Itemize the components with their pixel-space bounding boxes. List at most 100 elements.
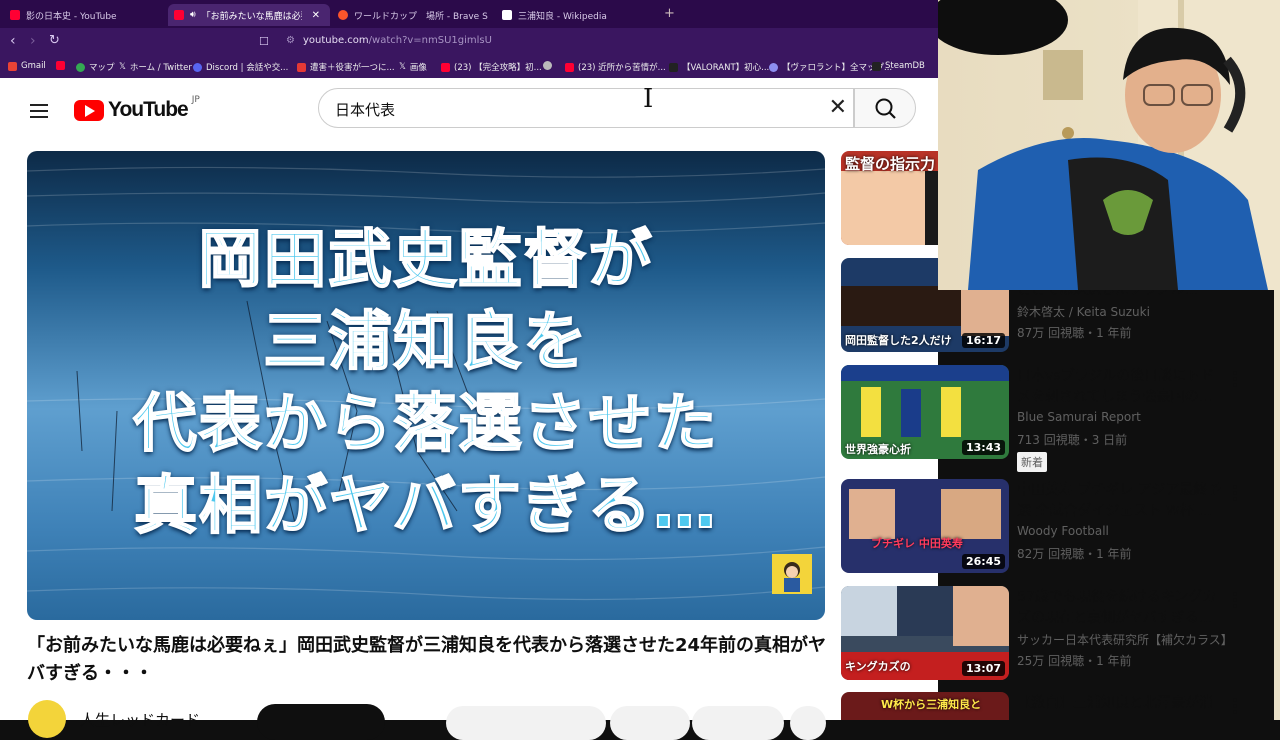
bookmark-discord[interactable]: Discord | 会話や交...: [193, 61, 288, 73]
clear-search-icon[interactable]: ✕: [829, 95, 847, 120]
wikipedia-favicon-icon: [502, 10, 512, 20]
video-player[interactable]: 岡田武史監督が 三浦知良を 代表から落選させた 真相がヤバすぎる…: [27, 151, 825, 620]
youtube-favicon-icon: [174, 10, 184, 20]
related-thumb-6[interactable]: W杯から三浦知良と: [841, 692, 1009, 720]
tab-4[interactable]: 三浦知良 - Wikipedia: [502, 4, 652, 26]
tab-label: ワールドカップ 場所 - Brave Search: [354, 11, 488, 22]
webcam-overlay: [938, 0, 1280, 290]
close-tab-icon[interactable]: ✕: [312, 10, 320, 21]
thumb-text: ブチギレ 中田英寿: [871, 537, 963, 550]
steam-icon: [872, 61, 881, 71]
youtube-icon: [565, 62, 574, 72]
thumb-text: キングカズの: [845, 660, 911, 673]
bookmark-label: 遭害＋役害が一つに...: [310, 63, 395, 73]
channel-avatar[interactable]: [28, 700, 66, 738]
new-badge: 新着: [1017, 452, 1047, 472]
youtube-favicon-icon: [10, 10, 20, 20]
menu-hamburger-icon[interactable]: [30, 100, 48, 122]
bookmark-label: マップ: [89, 63, 115, 73]
youtube-logo[interactable]: YouTube JP: [74, 95, 200, 122]
related-thumb-3[interactable]: 世界強豪心折 13:43: [841, 365, 1009, 459]
site-icon: [297, 62, 306, 72]
headline-line: 三浦知良を: [263, 304, 589, 379]
bookmark-images[interactable]: 𝕏 画像: [399, 61, 427, 73]
url-path: /watch?v=nmSU1gimlsU: [368, 35, 492, 46]
maps-pin-icon: [76, 62, 85, 72]
related-thumb-4[interactable]: ブチギレ 中田英寿 26:45: [841, 479, 1009, 573]
like-dislike-button[interactable]: [446, 706, 606, 740]
related-channel[interactable]: 鈴木啓太 / Keita Suzuki: [1017, 303, 1150, 320]
bookmark-steamdb[interactable]: SteamDB: [872, 61, 925, 71]
bookmark-10[interactable]: (23) 近所から苦情が...: [565, 61, 666, 73]
related-meta: 87万 回視聴・1 年前: [1017, 326, 1132, 340]
duration-badge: 16:17: [961, 333, 1005, 348]
youtube-play-icon: [74, 99, 104, 121]
country-code: JP: [191, 95, 200, 105]
more-options-icon[interactable]: [1229, 369, 1241, 389]
thumb-text: 世界強豪心折: [845, 443, 911, 456]
more-options-icon[interactable]: [1229, 590, 1241, 610]
bookmark-icon[interactable]: ☐: [259, 35, 269, 48]
related-meta: 713 回視聴・3 日前: [1017, 433, 1128, 447]
bookmark-maps[interactable]: マップ: [76, 61, 115, 73]
bookmark-label: Gmail: [21, 61, 46, 71]
related-channel[interactable]: Woody Football: [1017, 524, 1109, 538]
headline-line: 岡田武史監督が: [198, 222, 654, 297]
search-icon: [875, 98, 896, 119]
more-options-icon[interactable]: [1229, 483, 1241, 503]
new-tab-button[interactable]: +: [664, 6, 675, 21]
speaker-icon: 🔊︎: [190, 10, 196, 20]
reload-icon[interactable]: ↻: [49, 33, 60, 48]
back-arrow-icon[interactable]: ‹: [10, 33, 16, 49]
bookmark-label: (23) 【完全攻略】初...: [454, 63, 542, 73]
forward-arrow-icon[interactable]: ›: [30, 33, 36, 49]
logo-wordmark: YouTube: [108, 98, 189, 121]
search-button[interactable]: [854, 88, 916, 128]
bookmark-youtube[interactable]: [56, 61, 65, 70]
more-actions-button[interactable]: [790, 706, 826, 740]
tab-3[interactable]: ワールドカップ 場所 - Brave Search: [338, 4, 488, 26]
subscribe-button[interactable]: [257, 704, 385, 740]
globe-icon: [543, 61, 552, 70]
related-channel[interactable]: Blue Samurai Report: [1017, 410, 1141, 424]
tab-label: 「お前みたいな馬鹿は必要ねぇ」岡...: [201, 11, 302, 22]
bookmark-8[interactable]: (23) 【完全攻略】初...: [441, 61, 542, 73]
video-title: 「お前みたいな馬鹿は必要ねぇ」岡田武史監督が三浦知良を代表から落選させた24年前…: [27, 635, 827, 684]
gmail-icon: [8, 61, 17, 71]
related-title[interactable]: 日本vsブラジルの後日談にトドメを刺されてしまう強豪国の...: [1017, 366, 1222, 408]
tab-2-active[interactable]: 🔊︎ 「お前みたいな馬鹿は必要ねぇ」岡... ✕: [168, 4, 330, 26]
save-button[interactable]: [692, 706, 784, 740]
more-options-icon[interactable]: [1229, 696, 1241, 716]
tab-label: 影の日本史 - YouTube: [26, 11, 117, 22]
search-box[interactable]: 日本代表 ✕: [318, 88, 854, 128]
channel-name[interactable]: 人生レッドカード: [80, 709, 200, 730]
thumb-text: 監督の指示力: [845, 155, 936, 173]
related-thumb-5[interactable]: キングカズの 13:07: [841, 586, 1009, 680]
channel-row: 人生レッドカード: [28, 700, 200, 738]
tab-1[interactable]: 影の日本史 - YouTube: [10, 4, 160, 26]
related-meta: 82万 回視聴・1 年前: [1017, 547, 1132, 561]
x-logo-icon: 𝕏: [119, 62, 126, 72]
bookmark-6[interactable]: 遭害＋役害が一つに...: [297, 61, 395, 73]
site-icon: [769, 62, 778, 72]
site-icon: [669, 62, 678, 72]
related-title[interactable]: 【激白】三浦知良と北澤豪が消: [1017, 693, 1222, 714]
bookmark-valorant-1[interactable]: 【VALORANT】初心...: [669, 61, 769, 73]
related-title[interactable]: 中田英寿 ブチギレ アジア最終予選 全試合ダイジェスト W杯 ...: [1017, 480, 1222, 522]
related-title[interactable]: 57歳でも現役を続けるキングカズの現在と裏側がヤバすぎる...: [1017, 587, 1222, 629]
bookmark-gmail[interactable]: Gmail: [8, 61, 46, 71]
text-cursor-icon: I: [643, 84, 654, 114]
bookmark-9[interactable]: [543, 61, 552, 70]
site-info-icon[interactable]: ⚙: [286, 35, 295, 46]
discord-icon: [193, 62, 202, 72]
youtube-icon: [56, 61, 65, 70]
related-channel[interactable]: サッカー日本代表研究所【補欠カラス】: [1017, 631, 1233, 648]
share-button[interactable]: [610, 706, 690, 740]
duration-badge: 13:07: [961, 661, 1005, 676]
bookmark-twitter[interactable]: 𝕏 ホーム / Twitter: [119, 61, 192, 73]
bookmark-label: SteamDB: [885, 61, 925, 71]
search-input[interactable]: 日本代表: [335, 99, 395, 120]
bookmark-label: 画像: [409, 63, 427, 73]
url-field[interactable]: ⚙ youtube.com/watch?v=nmSU1gimlsU: [286, 35, 492, 46]
url-host: youtube.com: [302, 35, 369, 46]
